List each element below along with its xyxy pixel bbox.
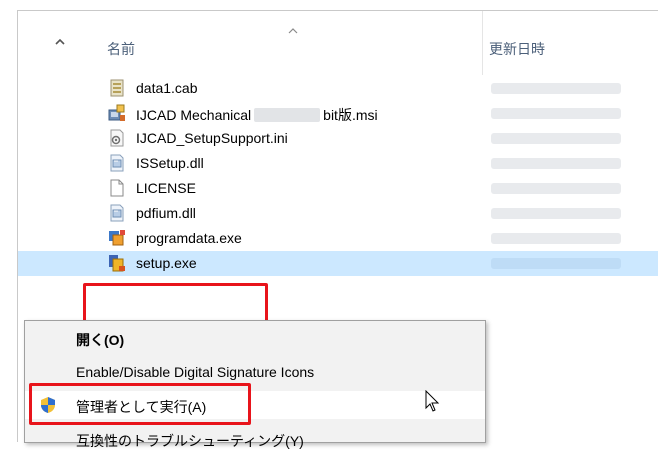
file-name: programdata.exe [136,230,242,246]
blank-file-icon [110,179,124,197]
menu-item-label: Enable/Disable Digital Signature Icons [76,364,315,380]
file-name: IJCAD_SetupSupport.ini [136,130,288,146]
file-name: pdfium.dll [136,205,196,221]
file-row-data1-cab[interactable]: data1.cab [18,76,658,101]
file-row-pdfium-dll[interactable]: pdfium.dll [18,201,658,226]
ini-settings-file-icon [110,129,124,147]
file-row-issetup-dll[interactable]: ISSetup.dll [18,151,658,176]
column-header-modified-date[interactable]: 更新日時 [489,39,545,59]
redacted-text [254,108,321,122]
run-as-admin-highlight-box [29,383,251,425]
file-name: setup.exe [136,255,197,271]
modified-date-redacted [491,158,621,169]
menu-item-compatibility-troubleshoot[interactable]: 互換性のトラブルシューティング(Y) [25,425,485,453]
sort-ascending-icon [288,28,298,34]
setup-exe-icon [109,255,125,272]
file-name: LICENSE [136,180,196,196]
exe-app-icon [109,230,125,246]
menu-item-toggle-signature-icons[interactable]: Enable/Disable Digital Signature Icons [25,358,485,386]
dll-file-icon [110,204,124,222]
column-header-name[interactable]: 名前 [107,39,135,59]
modified-date-redacted [491,83,621,94]
mouse-pointer-icon [425,390,440,412]
modified-date-redacted [491,208,621,219]
column-divider[interactable] [482,11,483,75]
modified-date-redacted [491,108,621,119]
file-name: data1.cab [136,80,198,96]
file-row-ijcad-setupsupport-ini[interactable]: IJCAD_SetupSupport.ini [18,126,658,151]
file-name: ISSetup.dll [136,155,204,171]
dll-file-icon [110,154,124,172]
modified-date-redacted [491,133,621,144]
file-row-ijcad-mechanical-msi[interactable]: IJCAD Mechanical bit版.msi [18,101,658,126]
menu-item-label: 開く(O) [76,332,125,348]
modified-date-redacted [491,233,621,244]
file-row-programdata-exe[interactable]: programdata.exe [18,226,658,251]
msi-installer-icon [108,104,125,121]
file-row-setup-exe[interactable]: setup.exe [18,251,658,276]
menu-item-open[interactable]: 開く(O) [25,324,485,352]
file-name: IJCAD Mechanical bit版.msi [136,107,378,123]
column-header-bar: 名前 更新日時 [68,11,658,75]
cabinet-file-icon [110,79,124,97]
menu-item-label: 互換性のトラブルシューティング(Y) [76,433,304,449]
modified-date-redacted [491,258,621,269]
modified-date-redacted [491,183,621,194]
setup-exe-highlight-box [83,283,268,323]
scroll-up-arrow-icon[interactable] [53,35,67,49]
file-row-license[interactable]: LICENSE [18,176,658,201]
